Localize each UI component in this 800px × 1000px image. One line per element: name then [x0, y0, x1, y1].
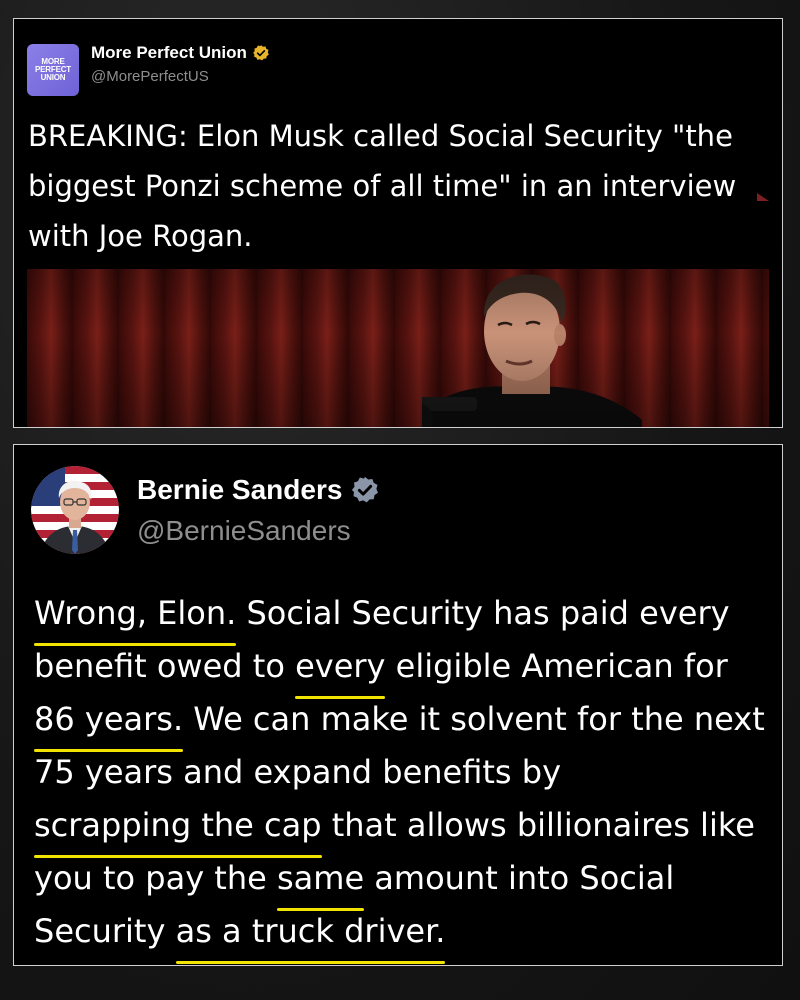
highlighted-phrase: scrapping the cap — [34, 799, 322, 858]
tweet-media-image[interactable] — [27, 269, 769, 427]
highlighted-phrase: every — [295, 640, 386, 699]
highlighted-phrase: as a truck driver. — [175, 905, 445, 964]
red-triangle-mark — [757, 193, 769, 201]
gray-check-badge-icon — [352, 476, 379, 503]
gold-check-badge-icon — [252, 45, 269, 61]
avatar-text-line-3: UNION — [40, 73, 66, 82]
author-name-row: Bernie Sanders — [137, 474, 380, 506]
image-shade-overlay — [27, 269, 769, 427]
tweet-text: Wrong, Elon. Social Security has paid ev… — [34, 587, 774, 964]
highlighted-phrase: same — [276, 852, 365, 911]
highlighted-phrase: 86 years. — [34, 693, 184, 752]
bernie-sanders-avatar[interactable] — [31, 466, 119, 554]
author-name-row: More Perfect Union — [91, 43, 270, 63]
highlighted-phrase: Wrong, Elon. — [34, 587, 237, 646]
author-display-name[interactable]: Bernie Sanders — [137, 474, 342, 506]
more-perfect-union-avatar[interactable]: MORE PERFECT UNION — [27, 44, 79, 96]
author-display-name[interactable]: More Perfect Union — [91, 43, 247, 63]
tweet-card-bernie-sanders[interactable]: Bernie Sanders @BernieSanders Wrong, Elo… — [13, 444, 783, 966]
author-handle[interactable]: @MorePerfectUS — [91, 68, 209, 85]
tweet-card-more-perfect-union[interactable]: MORE PERFECT UNION More Perfect Union @M… — [13, 18, 783, 428]
tweet-text-segment: eligible American for — [385, 647, 728, 685]
author-handle[interactable]: @BernieSanders — [137, 515, 351, 547]
tweet-text: BREAKING: Elon Musk called Social Securi… — [28, 119, 737, 253]
